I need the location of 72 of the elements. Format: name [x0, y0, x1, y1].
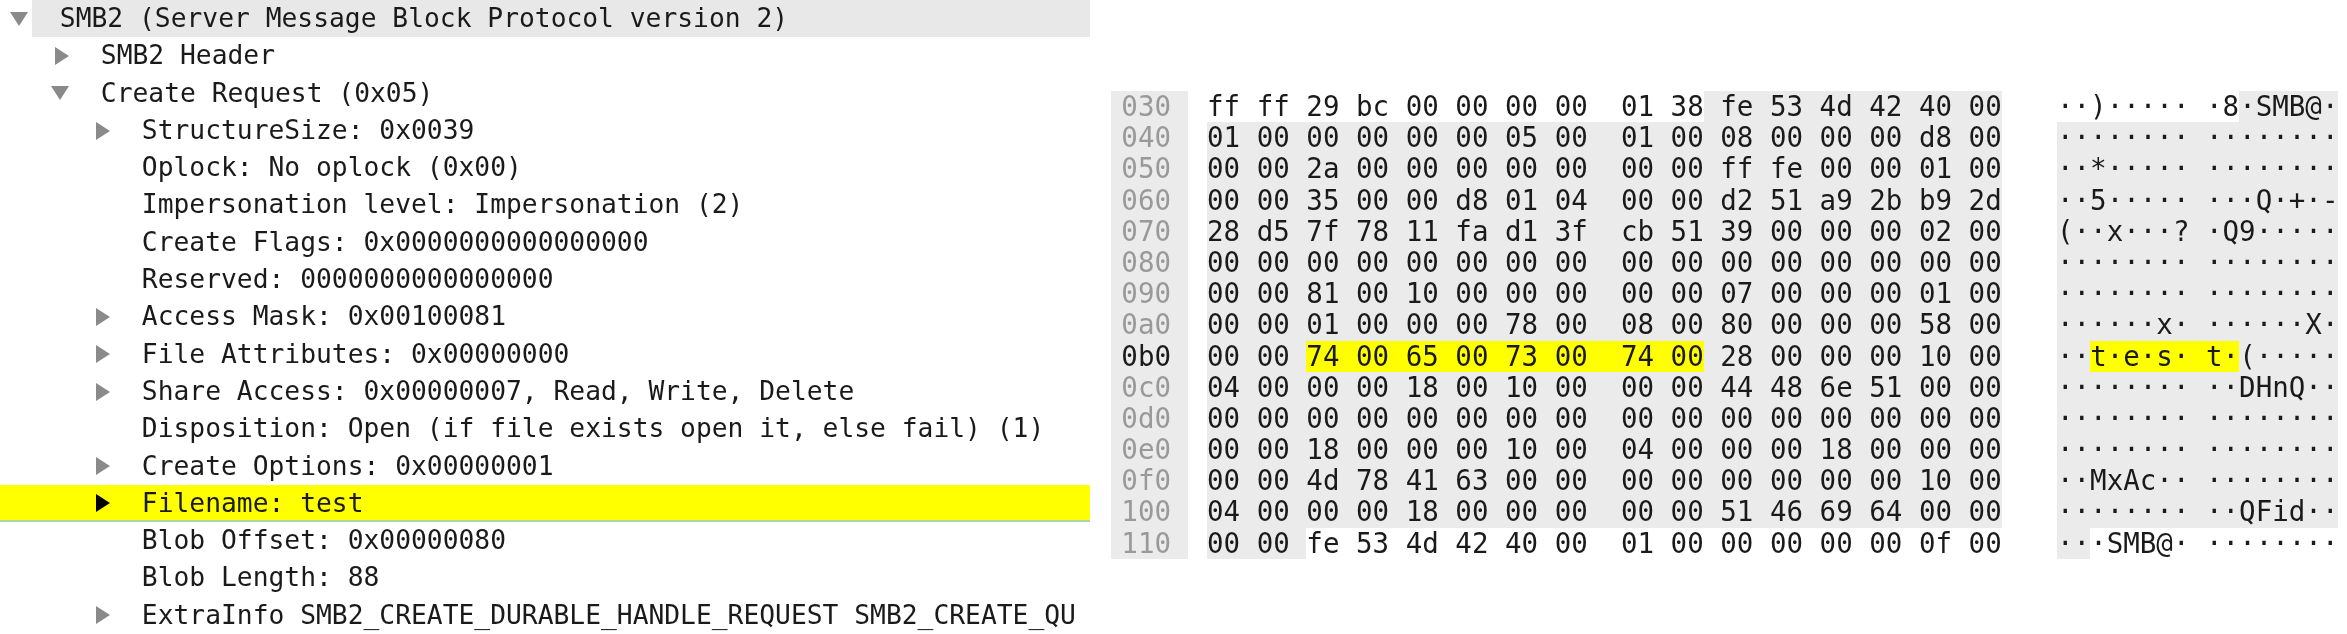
ascii-text: ··5····· ···Q·+·- [2057, 184, 2339, 216]
hex-bytes: 00 00 4d 78 41 63 00 00 00 00 00 00 00 00 10 00 [1207, 465, 2002, 497]
ascii-text: ········ ········ [2057, 434, 2339, 466]
offset-label: 050 [1111, 153, 1188, 185]
hex-bytes: 00 00 2a 00 00 00 00 00 00 00 ff fe 00 00 01 00 [1207, 153, 2002, 185]
offset-label: 0f0 [1111, 465, 1188, 497]
ascii-text: ········ ········ [2057, 122, 2339, 154]
offset-label: 060 [1111, 184, 1188, 216]
caret-down-icon[interactable] [10, 11, 28, 26]
ascii-text: ········ ········ [2057, 246, 2339, 279]
ascii-text: ·· [2057, 340, 2091, 372]
ascii-text: (··x···? ·Q9····· [2057, 215, 2339, 247]
offset-label: 100 [1111, 496, 1188, 528]
ascii-text: (····· [2239, 340, 2339, 372]
ascii-text: ·SMB@· [2239, 91, 2339, 123]
caret-right-icon[interactable] [96, 493, 110, 512]
offset-label: 090 [1111, 278, 1188, 310]
tree-item[interactable]: Disposition: Open (if file exists open it, else fail) (1) [0, 410, 1090, 448]
tree-item[interactable]: Filename: test [0, 484, 1090, 523]
ascii-text: ········ ··DHnQ·· [2057, 371, 2339, 403]
hex-bytes: fe 53 4d 42 40 00 [1703, 91, 2002, 123]
ascii-text: ··*····· ········ [2057, 153, 2339, 185]
caret-down-icon[interactable] [51, 86, 69, 101]
hex-bytes: 00 00 00 00 00 00 00 00 00 00 00 00 00 00 00 00 [1207, 246, 2002, 279]
offset-label: 030 [1111, 91, 1188, 123]
ascii-text: t·e·s· t· [2090, 340, 2240, 372]
hex-bytes: 04 00 00 00 18 00 10 00 00 00 44 48 6e 51 00 00 [1207, 371, 2002, 403]
offset-label: 110 [1111, 527, 1188, 559]
ascii-text: ·SMB@· ········ [2090, 527, 2339, 559]
tree-item[interactable]: Create Request (0x05) [0, 74, 1090, 112]
hex-bytes: ff ff 29 bc 00 00 00 00 01 38 [1207, 91, 1704, 123]
offset-label: 0d0 [1111, 402, 1188, 435]
tree-item[interactable]: StructureSize: 0x0039 [0, 111, 1090, 150]
tree-item[interactable]: Impersonation level: Impersonation (2) [0, 186, 1090, 224]
ascii-text: ·· [2057, 527, 2091, 559]
hex-bytes: 74 00 65 00 73 00 74 00 [1306, 340, 1704, 372]
hex-bytes: 04 00 00 00 18 00 00 00 00 00 51 46 69 64 00 00 [1207, 496, 2002, 528]
tree-item[interactable]: Oplock: No oplock (0x00) [0, 149, 1090, 187]
hex-bytes: 28 d5 7f 78 11 fa d1 3f cb 51 39 00 00 00 02 00 [1207, 215, 2002, 247]
hex-bytes: 28 00 00 00 10 00 [1703, 340, 2002, 372]
hex-bytes: 00 00 [1207, 340, 1307, 372]
tree-item[interactable]: SMB2 Header [0, 37, 1090, 75]
tree-item[interactable]: Share Access: 0x00000007, Read, Write, Delete [0, 372, 1090, 411]
hex-bytes: 01 00 00 00 00 00 05 00 01 00 08 00 00 00 d8 00 [1207, 122, 2002, 154]
tree-item[interactable]: Blob Offset: 0x00000080 [0, 522, 1090, 560]
tree-item[interactable]: Create Flags: 0x0000000000000000 [0, 223, 1090, 262]
hex-bytes: 00 00 01 00 00 00 78 00 08 00 80 00 00 00 58 00 [1207, 309, 2002, 341]
hex-bytes: fe 53 4d 42 40 00 01 00 00 00 00 00 0f 00 [1306, 527, 2002, 559]
ascii-text: ······x· ······X· [2057, 309, 2339, 341]
hex-bytes: 00 00 18 00 00 00 10 00 04 00 00 00 18 00 00 00 [1207, 434, 2002, 466]
offset-label: 080 [1111, 246, 1188, 279]
tree-item[interactable]: Access Mask: 0x00100081 [0, 298, 1090, 336]
offset-label: 0a0 [1111, 309, 1188, 341]
hex-bytes: 00 00 00 00 00 00 00 00 00 00 00 00 00 00 00 00 [1207, 402, 2002, 435]
tree-item[interactable]: ExtraInfo SMB2_CREATE_DURABLE_HANDLE_REQUEST SMB2_CREATE_QU [0, 596, 1090, 634]
tree-item[interactable]: Reserved: 0000000000000000 [0, 261, 1090, 299]
hex-bytes: 00 00 35 00 00 d8 01 04 00 00 d2 51 a9 2b b9 2d [1207, 184, 2002, 216]
hex-bytes: 00 00 [1207, 527, 1307, 559]
offset-label: 0b0 [1111, 340, 1188, 372]
offset-label: 0e0 [1111, 434, 1188, 466]
ascii-text: ········ ··QFid·· [2057, 496, 2339, 528]
ascii-text: ········ ········ [2057, 402, 2339, 435]
ascii-text: ········ ········ [2057, 278, 2339, 310]
hex-bytes: 00 00 81 00 10 00 00 00 00 00 07 00 00 00 01 00 [1207, 278, 2002, 310]
ascii-text: ··)····· ·8 [2057, 91, 2240, 123]
offset-label: 070 [1111, 215, 1188, 247]
ascii-text: ··MxAc·· ········ [2057, 465, 2339, 497]
tree-item[interactable]: Create Options: 0x00000001 [0, 447, 1090, 485]
tree-item[interactable]: Blob Length: 88 [0, 559, 1090, 597]
offset-label: 040 [1111, 122, 1188, 154]
tree-item[interactable]: File Attributes: 0x00000000 [0, 335, 1090, 373]
offset-label: 0c0 [1111, 371, 1188, 403]
